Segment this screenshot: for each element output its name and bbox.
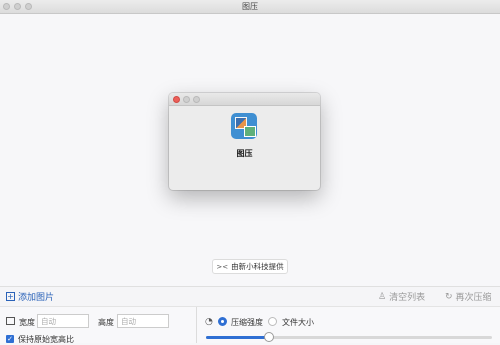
mode-quality-radio[interactable] — [218, 317, 227, 326]
clear-list-button[interactable]: ♙ 清空列表 — [378, 290, 426, 304]
about-zoom-button — [193, 96, 200, 103]
add-image-button[interactable]: + 添加图片 — [6, 290, 54, 303]
window-title: 图压 — [242, 2, 258, 11]
provider-label: 由新小科技提供 — [231, 262, 284, 271]
recompress-button[interactable]: ↻ 再次压缩 — [445, 290, 492, 304]
about-minimize-button — [183, 96, 190, 103]
xx-logo-icon: >< — [216, 262, 229, 271]
strength-slider-fill — [206, 336, 269, 339]
refresh-icon: ↻ — [445, 291, 453, 302]
mode-quality-label: 压缩强度 — [231, 318, 263, 327]
about-titlebar — [169, 93, 320, 106]
about-dialog: 图压 — [169, 93, 320, 190]
gauge-icon: ◔ — [205, 317, 213, 327]
strength-slider[interactable] — [206, 336, 492, 339]
mode-size-radio[interactable] — [268, 317, 277, 326]
width-label: 宽度 — [19, 318, 35, 327]
height-label: 高度 — [98, 318, 114, 327]
panel-divider — [196, 307, 197, 343]
clear-list-label: 清空列表 — [389, 293, 426, 303]
recompress-label: 再次压缩 — [455, 293, 492, 303]
window-titlebar: 图压 — [0, 0, 500, 14]
app-icon — [231, 113, 257, 139]
add-image-label: 添加图片 — [18, 293, 55, 303]
height-input[interactable]: 自动 — [117, 314, 169, 328]
keep-ratio-label: 保持原始宽高比 — [18, 335, 74, 344]
width-input[interactable]: 自动 — [37, 314, 89, 328]
strength-slider-thumb[interactable] — [263, 332, 274, 342]
person-icon: ♙ — [378, 291, 387, 302]
resize-icon — [6, 317, 15, 325]
toolbar: + 添加图片 ♙ 清空列表 ↻ 再次压缩 — [0, 286, 500, 307]
app-name: 图压 — [236, 149, 253, 158]
about-close-button[interactable] — [173, 96, 180, 103]
options-panel: 宽度 自动 高度 自动 ✓ 保持原始宽高比 ◔ 压缩强度 文件大小 — [0, 306, 500, 344]
plus-icon: + — [6, 291, 15, 301]
provider-badge[interactable]: >< 由新小科技提供 — [212, 259, 288, 274]
mode-size-label: 文件大小 — [282, 318, 314, 327]
